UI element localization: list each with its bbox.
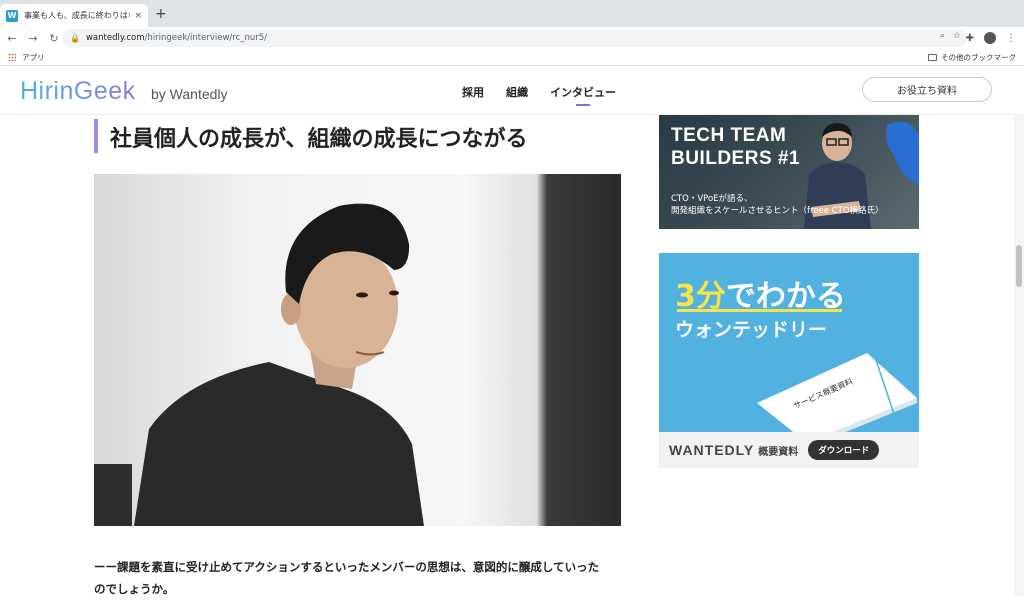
bookmarks-bar: アプリ その他のブックマーク [0, 49, 1024, 66]
other-bookmarks[interactable]: その他のブックマーク [928, 52, 1016, 63]
profile-avatar-icon[interactable] [984, 32, 996, 44]
wantedly-favicon-icon: W [6, 9, 18, 22]
article-body-line-2: のでしょうか。 [94, 582, 175, 596]
other-bookmarks-label: その他のブックマーク [941, 53, 1016, 62]
download-button[interactable]: ダウンロード [808, 440, 880, 460]
heading-accent-bar [94, 119, 98, 153]
url-host: wantedly.com [85, 33, 145, 43]
nav-item-recruiting[interactable]: 採用 [462, 84, 484, 106]
banner1-title: TECH TEAM BUILDERS #1 [671, 124, 800, 170]
reload-icon[interactable]: ↻ [45, 32, 63, 45]
new-tab-icon[interactable]: + [155, 6, 167, 22]
banner2-subheadline: ウォンテッドリー [675, 319, 828, 341]
url-text: wantedly.com/hiringeek/interview/rc_nur5… [86, 33, 267, 43]
menu-kebab-icon[interactable]: ⋮ [1006, 33, 1016, 44]
banner2-underline [677, 309, 842, 312]
back-icon[interactable]: ← [3, 32, 21, 45]
banner1-title-line-2: BUILDERS #1 [671, 148, 801, 169]
site-logo-sub: by Wantedly [151, 86, 228, 102]
tab-close-icon[interactable]: × [134, 11, 142, 21]
wantedly-overview-banner[interactable]: 3分でわかる ウォンテッドリー サービス概要資料 WANTEDLY 概要資料 ダ… [659, 253, 919, 468]
article-body-line-1: ーー課題を素直に受け止めてアクションするといったメンバーの思想は、意図的に醸成し… [94, 560, 600, 574]
site-header: HirinGeek by Wantedly 採用 組織 インタビュー お役立ち資… [0, 67, 1024, 115]
tab-title: 事業も人も、成長に終わりはない。 [24, 11, 130, 20]
browser-toolbar: ← → ↻ 🔒 wantedly.com/hiringeek/interview… [0, 27, 1024, 49]
tech-team-builders-banner[interactable]: TECH TEAM BUILDERS #1 CTO・VPoEが語る、 開発組織を… [659, 115, 919, 229]
overview-label: 概要資料 [758, 446, 799, 458]
scrollbar-thumb[interactable] [1016, 245, 1022, 287]
address-bar[interactable]: 🔒 wantedly.com/hiringeek/interview/rc_nu… [62, 29, 967, 47]
section-heading: 社員個人の成長が、組織の成長につながる [110, 127, 528, 152]
site-logo[interactable]: HirinGeek [20, 77, 136, 106]
person-photo-illustration [94, 203, 424, 526]
browser-tab-bar: W 事業も人も、成長に終わりはない。 × + [0, 0, 1024, 27]
document-illustration-icon: サービス概要資料 [757, 353, 917, 443]
nav-item-interview[interactable]: インタビュー [550, 84, 616, 106]
article-body: ーー課題を素直に受け止めてアクションするといったメンバーの思想は、意図的に醸成し… [94, 556, 624, 600]
forward-icon[interactable]: → [24, 32, 42, 45]
lock-icon: 🔒 [70, 33, 80, 43]
folder-icon [928, 54, 937, 61]
resources-button[interactable]: お役立ち資料 [862, 77, 992, 102]
banner2-footer: WANTEDLY 概要資料 ダウンロード [659, 432, 919, 468]
browser-tab[interactable]: W 事業も人も、成長に終わりはない。 × [0, 4, 148, 27]
extensions-icon[interactable]: ✚ [966, 33, 974, 44]
zoom-icon[interactable]: ⌕ [940, 31, 945, 41]
url-path: /hiringeek/interview/rc_nur5/ [144, 33, 268, 43]
bookmark-apps[interactable]: アプリ [22, 52, 45, 63]
banner1-title-line-1: TECH TEAM [671, 125, 787, 146]
banner1-sub-line-2: 開発組織をスケールさせるヒント（freee CTO横路氏） [671, 206, 884, 216]
main-nav: 採用 組織 インタビュー [462, 84, 616, 106]
page-scrollbar[interactable] [1014, 115, 1024, 596]
wantedly-brand-logo: WANTEDLY [669, 442, 755, 458]
freee-bird-logo-icon [886, 121, 919, 185]
apps-grid-icon[interactable] [8, 53, 16, 61]
banner1-sub-line-1: CTO・VPoEが語る、 [671, 194, 753, 204]
nav-item-organization[interactable]: 組織 [506, 84, 528, 106]
interview-photo [94, 174, 621, 526]
banner1-subtitle: CTO・VPoEが語る、 開発組織をスケールさせるヒント（freee CTO横路… [671, 193, 884, 217]
bookmark-star-icon[interactable]: ☆ [953, 31, 961, 41]
